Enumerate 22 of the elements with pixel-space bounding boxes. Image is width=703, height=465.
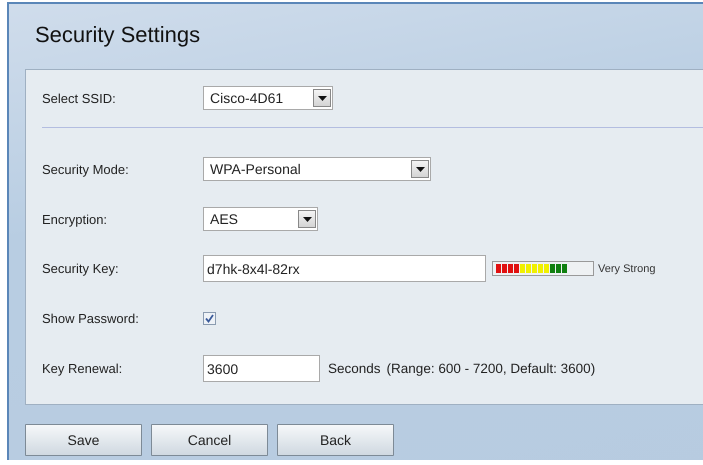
strength-text: Very Strong [598, 262, 656, 275]
action-button[interactable]: Save [25, 424, 142, 456]
range-hint: (Range: 600 - 7200, Default: 3600) [386, 361, 596, 376]
security-key-field[interactable]: d7hk-8x4l-82rx [203, 255, 486, 282]
field-label: Select SSID: [42, 90, 117, 106]
dropdown[interactable]: AES [203, 207, 318, 232]
checkbox[interactable] [203, 312, 216, 326]
unit-text: Seconds [328, 361, 381, 376]
ssid-dropdown[interactable]: Cisco-4D61 [203, 86, 333, 110]
dropdown[interactable]: WPA-Personal [203, 157, 431, 182]
field-label: Show Password: [42, 311, 140, 326]
field-label: Encryption: [42, 212, 108, 227]
field-label: Security Key: [42, 261, 120, 276]
field-label: Security Mode: [42, 162, 130, 177]
action-button[interactable]: Cancel [151, 424, 268, 456]
page-title: Security Settings [35, 22, 202, 49]
caret-icon [318, 96, 326, 101]
caret-icon [302, 216, 312, 222]
field-label: Key Renewal: [42, 361, 124, 376]
renewal-field[interactable]: 3600 [203, 355, 320, 382]
action-button[interactable]: Back [277, 424, 394, 456]
caret-icon [416, 166, 424, 172]
